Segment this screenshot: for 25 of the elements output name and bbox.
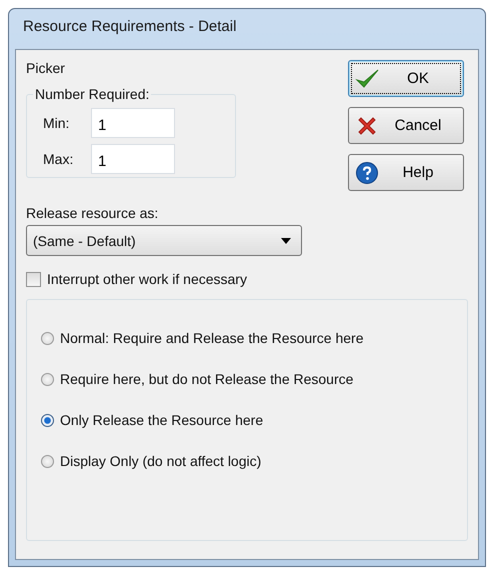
- help-icon: [355, 160, 379, 184]
- caret-icon: [281, 238, 291, 244]
- resource-name: Picker: [26, 60, 66, 76]
- release-dropdown[interactable]: (Same - Default): [26, 225, 302, 256]
- help-button[interactable]: Help: [348, 154, 464, 191]
- radio-button[interactable]: [41, 332, 54, 344]
- radio-button[interactable]: [41, 414, 54, 426]
- release-label: Release resource as:: [26, 205, 160, 221]
- max-label: Max:: [42, 151, 74, 167]
- ok-button[interactable]: OK: [348, 60, 464, 97]
- window-title: Resource Requirements - Detail: [22, 17, 238, 37]
- checkbox[interactable]: [26, 272, 41, 286]
- radio-button[interactable]: [41, 454, 54, 468]
- min-label: Min:: [42, 115, 70, 131]
- checkmark-icon: [355, 66, 379, 90]
- radio-button[interactable]: [41, 372, 54, 386]
- cancel-button[interactable]: Cancel: [348, 107, 464, 144]
- radio-label: Normal: Require and Release the Resource here: [60, 330, 364, 346]
- radio-label: Only Release the Resource here: [60, 412, 264, 428]
- max-field[interactable]: 1: [91, 144, 175, 174]
- min-field[interactable]: 1: [91, 108, 175, 138]
- radio-label: Display Only (do not affect logic): [60, 453, 262, 469]
- checkbox-label: Interrupt other work if necessary: [47, 271, 247, 287]
- radio-label: Require here, but do not Release the Resource: [60, 371, 354, 387]
- group-legend: Number Required:: [33, 86, 152, 102]
